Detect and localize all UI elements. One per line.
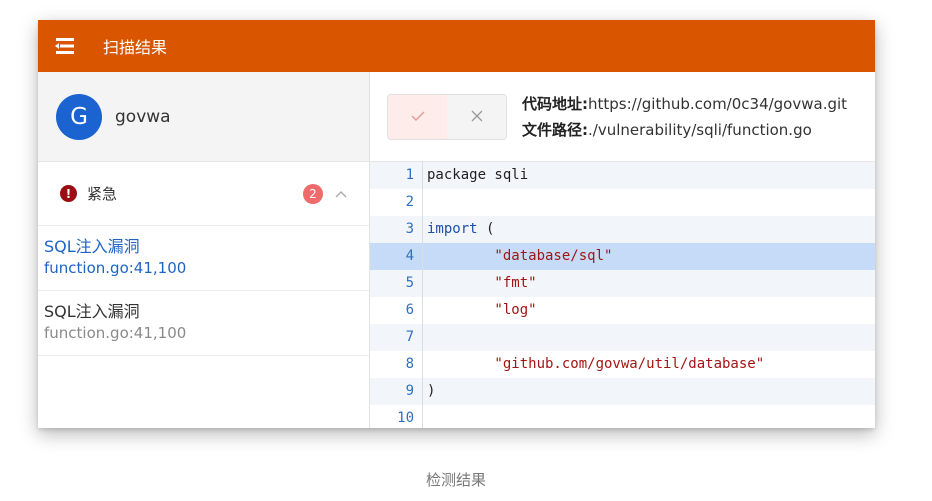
file-path: ./vulnerability/sqli/function.go	[588, 120, 812, 139]
line-source	[423, 189, 427, 216]
line-source	[423, 324, 427, 351]
code-line: 2	[370, 189, 875, 216]
line-source: "fmt"	[427, 275, 537, 291]
severity-group-urgent[interactable]: ! 紧急 2	[38, 162, 369, 226]
figure-caption: 检测结果	[425, 471, 486, 489]
code-line: 3 import (	[370, 216, 875, 243]
menu-icon[interactable]	[53, 34, 77, 58]
code-line: 6 "log"	[370, 297, 875, 324]
code-line: 1 package sqli	[370, 162, 875, 189]
file-label: 文件路径:	[522, 120, 588, 139]
code-line: 4 "database/sql"	[370, 243, 875, 270]
line-source: "database/sql"	[427, 248, 613, 264]
detail-info-bar: 代码地址: https://github.com/0c34/govwa.git …	[370, 72, 875, 162]
repo-row: 代码地址: https://github.com/0c34/govwa.git	[522, 93, 847, 115]
project-header: G govwa	[38, 72, 369, 162]
confirm-button[interactable]	[388, 94, 447, 139]
project-name: govwa	[115, 106, 171, 127]
file-meta: 代码地址: https://github.com/0c34/govwa.git …	[522, 93, 847, 141]
chevron-up-icon[interactable]	[335, 188, 347, 200]
line-number: 4	[370, 243, 423, 270]
code-line: 5 "fmt"	[370, 270, 875, 297]
check-icon	[410, 107, 426, 126]
reject-button[interactable]	[447, 94, 506, 139]
count-badge: 2	[303, 183, 323, 204]
file-row: 文件路径: ./vulnerability/sqli/function.go	[522, 119, 847, 141]
line-source: "log"	[427, 302, 537, 318]
severity-group-label: 紧急	[87, 185, 118, 203]
detail-panel: 代码地址: https://github.com/0c34/govwa.git …	[370, 72, 875, 428]
line-number: 7	[370, 324, 423, 351]
code-line: 9)	[370, 378, 875, 405]
app-bar-title: 扫描结果	[103, 38, 168, 57]
exclamation-circle-icon: !	[60, 185, 77, 202]
line-source: )	[427, 383, 436, 399]
line-number: 10	[370, 405, 423, 428]
review-actions	[387, 93, 507, 140]
repo-url[interactable]: https://github.com/0c34/govwa.git	[588, 93, 847, 115]
vulnerability-item[interactable]: SQL注入漏洞 function.go:41,100	[38, 291, 369, 356]
line-number: 5	[370, 270, 423, 297]
line-number: 6	[370, 297, 423, 324]
line-source: "github.com/govwa/util/database"	[427, 356, 765, 372]
line-source: import (	[427, 221, 495, 237]
vulnerability-title: SQL注入漏洞	[44, 302, 140, 321]
close-icon	[471, 107, 483, 126]
line-number: 3	[370, 216, 423, 243]
code-line: 7	[370, 324, 875, 351]
line-number: 2	[370, 189, 423, 216]
line-number: 9	[370, 378, 423, 405]
vulnerability-title: SQL注入漏洞	[44, 237, 140, 256]
line-source: package sqli	[427, 167, 529, 183]
line-number: 1	[370, 162, 423, 189]
vulnerability-item[interactable]: SQL注入漏洞 function.go:41,100	[38, 226, 369, 291]
scan-results-window: 扫描结果 G govwa ! 紧急 2 SQL注入漏洞 function.go:4…	[38, 20, 875, 428]
code-viewer[interactable]: 1 package sqli 2 3 import (4 "database/sql" 5…	[370, 162, 875, 428]
line-source	[423, 405, 427, 428]
repo-label: 代码地址:	[522, 94, 588, 113]
results-sidebar: G govwa ! 紧急 2 SQL注入漏洞 function.go:41,100…	[38, 72, 370, 428]
code-line: 8 "github.com/govwa/util/database"	[370, 351, 875, 378]
vulnerability-location: function.go:41,100	[44, 259, 187, 277]
line-number: 8	[370, 351, 423, 378]
vulnerability-list: SQL注入漏洞 function.go:41,100 SQL注入漏洞 function…	[38, 226, 369, 356]
avatar: G	[56, 93, 102, 140]
vulnerability-location: function.go:41,100	[44, 324, 187, 342]
app-bar: 扫描结果	[38, 20, 875, 72]
code-line: 10	[370, 405, 875, 428]
